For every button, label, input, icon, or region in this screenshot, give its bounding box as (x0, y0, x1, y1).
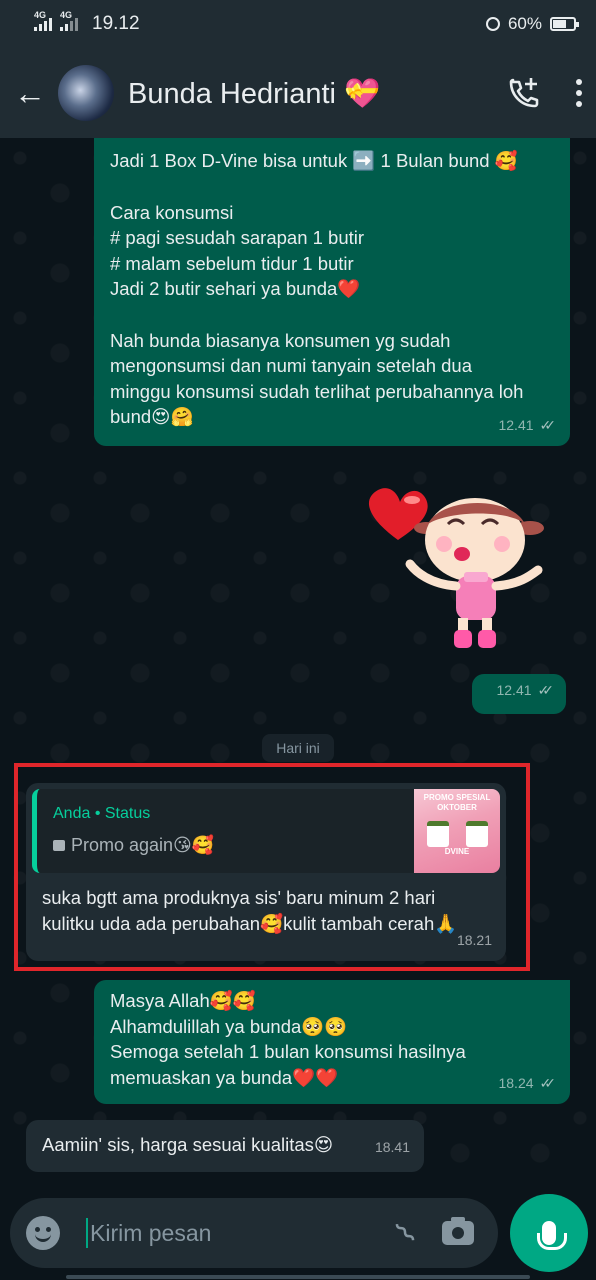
kiss-girl-sticker[interactable] (360, 480, 550, 660)
contact-name-area[interactable]: Bunda Hedrianti 💝 (128, 76, 502, 111)
message-time: 18.41 (374, 1138, 410, 1155)
read-receipt-icon: ✓✓ (539, 1074, 557, 1091)
read-receipt-icon: ✓✓ (537, 681, 555, 698)
sticker-time-bubble: 12.41 ✓✓ (472, 674, 566, 714)
message-line: Masya Allah🥰🥰 (110, 990, 256, 1011)
contact-avatar[interactable] (58, 65, 114, 121)
contact-name: Bunda Hedrianti (128, 77, 336, 110)
message-meta: 18.21 (457, 928, 492, 954)
quote-text: Promo again😘🥰 (71, 834, 215, 855)
add-call-icon[interactable] (502, 71, 546, 115)
voice-message-button[interactable] (510, 1194, 588, 1272)
message-line: Jadi 1 Box D-Vine bisa untuk ➡️ 1 Bulan … (110, 150, 518, 171)
camera-icon[interactable] (442, 1217, 474, 1245)
message-meta: 18.24 ✓✓ (498, 1071, 556, 1097)
message-line: memuaskan ya bunda❤️❤️ (110, 1066, 339, 1088)
message-incoming-reply[interactable]: Anda • Status Promo again😘🥰 PROMO SPESIA… (26, 783, 506, 961)
message-outgoing[interactable]: Jadi 1 Box D-Vine bisa untuk ➡️ 1 Bulan … (94, 138, 570, 446)
network-type-1: 4G (34, 9, 47, 20)
microphone-icon (537, 1221, 567, 1250)
message-meta: 12.41 ✓✓ (498, 413, 556, 439)
message-line: kulitku uda ada perubahan🥰kulit tambah c… (42, 912, 458, 934)
message-line: Alhamdulillah ya bunda🥺🥺 (110, 1015, 348, 1037)
message-body: suka bgtt ama produknya sis' baru minum … (32, 873, 500, 936)
message-composer: ⌇ (10, 1198, 498, 1268)
name-emoji: 💝 (344, 75, 381, 110)
product-jars (418, 821, 496, 847)
message-line: bund😍🤗 (110, 406, 194, 427)
signal-icon: 4G (34, 10, 52, 31)
chat-area[interactable]: Jadi 1 Box D-Vine bisa untuk ➡️ 1 Bulan … (0, 138, 596, 1190)
message-line: Nah bunda biasanya konsumen yg sudah (110, 329, 451, 351)
date-separator: Hari ini (262, 734, 334, 762)
network-type-2: 4G (60, 9, 73, 20)
message-line: Cara konsumsi (110, 201, 234, 223)
message-meta: 18.41 (375, 1135, 410, 1161)
battery-icon (550, 17, 579, 31)
message-line: Aamiin' sis, harga sesuai kualitas😍 (42, 1134, 334, 1155)
status-right: 60% (485, 14, 579, 34)
emoji-icon[interactable] (26, 1216, 60, 1250)
chat-header: ← Bunda Hedrianti 💝 (0, 48, 596, 138)
message-line: suka bgtt ama produknya sis' baru minum … (42, 887, 436, 908)
image-icon (53, 839, 65, 851)
battery-percent: 60% (507, 14, 542, 33)
message-line: minggu konsumsi sudah terlihat perubahan… (110, 380, 524, 402)
message-time: 12.41 (496, 681, 532, 698)
quote-thumbnail: PROMO SPESIAL OKTOBER DVINE (414, 789, 500, 873)
gesture-bar (66, 1275, 530, 1279)
message-incoming[interactable]: Aamiin' sis, harga sesuai kualitas😍 18.4… (26, 1120, 424, 1172)
read-receipt-icon: ✓✓ (539, 416, 557, 433)
quoted-status[interactable]: Anda • Status Promo again😘🥰 PROMO SPESIA… (32, 789, 500, 873)
message-outgoing[interactable]: Masya Allah🥰🥰 Alhamdulillah ya bunda🥺🥺 S… (94, 980, 570, 1104)
message-time: 18.21 (456, 931, 492, 948)
message-line: Jadi 2 butir sehari ya bunda❤️ (110, 278, 361, 299)
signal-icon-2: 4G (60, 10, 78, 31)
message-line: mengonsumsi dan numi tanyain setelah dua (110, 355, 473, 376)
message-time: 12.41 (498, 416, 534, 433)
message-line: Semoga setelah 1 bulan konsumsi hasilnya (110, 1041, 466, 1062)
phone-plus-icon (509, 78, 539, 108)
back-arrow-icon[interactable]: ← (14, 75, 50, 112)
status-bar: 4G 4G 19.12 60% (0, 0, 596, 48)
thumbnail-caption: DVINE (444, 847, 470, 856)
more-menu-icon[interactable] (576, 79, 582, 107)
thumbnail-title: PROMO SPESIAL OKTOBER (423, 793, 491, 812)
message-line: # malam sebelum tidur 1 butir (110, 252, 354, 274)
message-input[interactable] (88, 1219, 400, 1247)
message-time: 18.24 (498, 1074, 534, 1091)
alarm-icon (485, 17, 500, 31)
message-meta: 12.41 ✓✓ (496, 678, 554, 704)
status-time: 19.12 (92, 13, 140, 34)
message-line: # pagi sesudah sarapan 1 butir (110, 227, 365, 248)
